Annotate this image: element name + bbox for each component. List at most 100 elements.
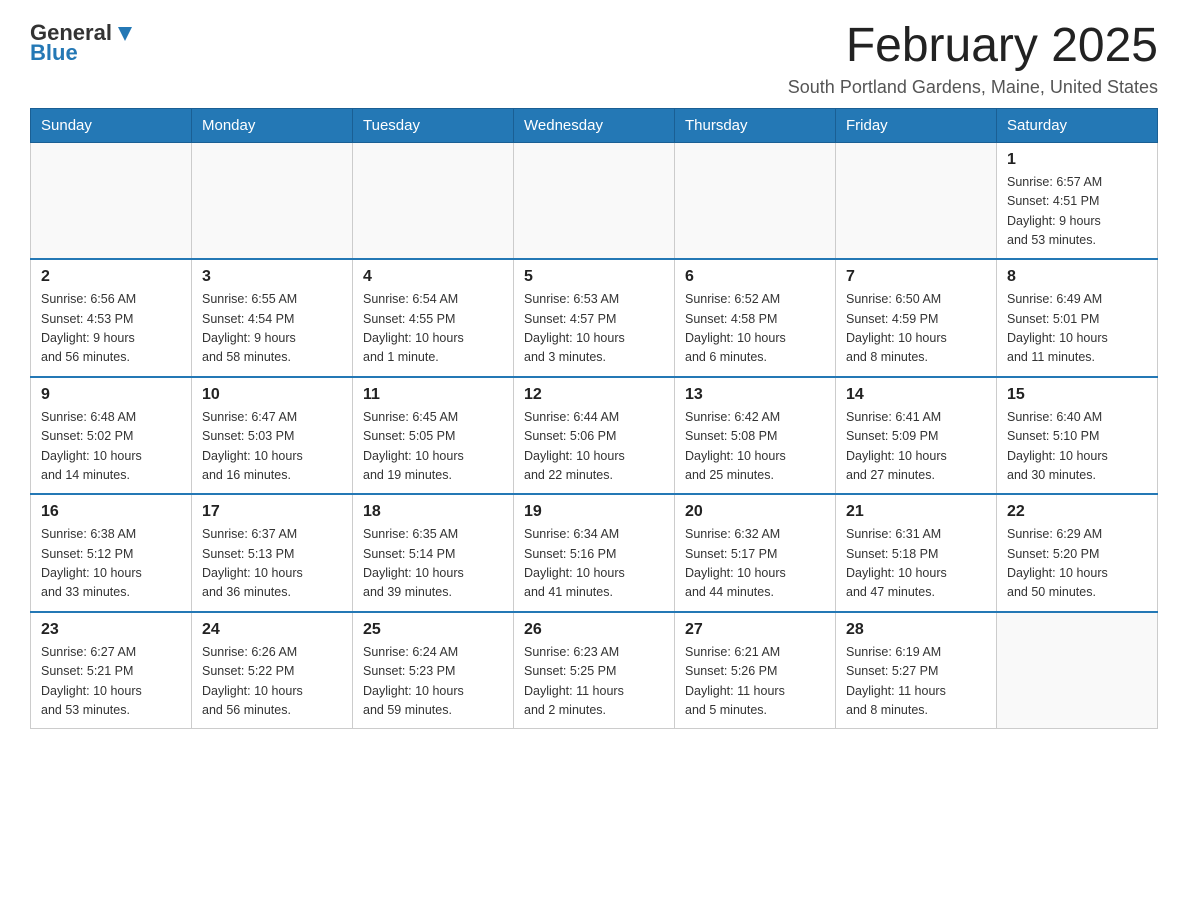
day-number: 21 — [846, 503, 986, 521]
calendar-header-thursday: Thursday — [675, 108, 836, 142]
day-number: 7 — [846, 268, 986, 286]
calendar-cell: 6Sunrise: 6:52 AM Sunset: 4:58 PM Daylig… — [675, 259, 836, 377]
day-info: Sunrise: 6:49 AM Sunset: 5:01 PM Dayligh… — [1007, 290, 1147, 368]
day-info: Sunrise: 6:32 AM Sunset: 5:17 PM Dayligh… — [685, 525, 825, 603]
calendar-cell: 20 Sunrise: 6:32 AM Sunset: 5:17 PM Dayli… — [675, 494, 836, 612]
day-info: Sunrise: 6:53 AM Sunset: 4:57 PM Dayligh… — [524, 290, 664, 368]
calendar-cell: 13 Sunrise: 6:42 AM Sunset: 5:08 PM Dayli… — [675, 377, 836, 495]
day-info: Sunrise: 6:44 AM Sunset: 5:06 PM Dayligh… — [524, 408, 664, 486]
day-number: 2 — [41, 268, 181, 286]
logo-triangle-icon — [114, 23, 136, 45]
calendar-cell — [675, 142, 836, 259]
page-header: General Blue February 2025 South Portlan… — [30, 20, 1158, 98]
calendar-cell: 5 Sunrise: 6:53 AM Sunset: 4:57 PM Daylig… — [514, 259, 675, 377]
title-section: February 2025 South Portland Gardens, Ma… — [788, 20, 1158, 98]
day-number: 1 — [1007, 151, 1147, 169]
day-number: 27 — [685, 621, 825, 639]
calendar-week-row: 9 Sunrise: 6:48 AM Sunset: 5:02 PM Daylig… — [31, 377, 1158, 495]
calendar-table: SundayMondayTuesdayWednesdayThursdayFrid… — [30, 108, 1158, 730]
day-info: Sunrise: 6:52 AM Sunset: 4:58 PM Dayligh… — [685, 290, 825, 368]
calendar-cell: 3 Sunrise: 6:55 AM Sunset: 4:54 PM Daylig… — [192, 259, 353, 377]
day-number: 3 — [202, 268, 342, 286]
calendar-cell: 23 Sunrise: 6:27 AM Sunset: 5:21 PM Dayli… — [31, 612, 192, 729]
day-number: 15 — [1007, 386, 1147, 404]
calendar-cell: 10 Sunrise: 6:47 AM Sunset: 5:03 PM Dayli… — [192, 377, 353, 495]
day-info: Sunrise: 6:56 AM Sunset: 4:53 PM Dayligh… — [41, 290, 181, 368]
calendar-cell: 17Sunrise: 6:37 AM Sunset: 5:13 PM Dayli… — [192, 494, 353, 612]
calendar-cell — [836, 142, 997, 259]
day-info: Sunrise: 6:27 AM Sunset: 5:21 PM Dayligh… — [41, 643, 181, 721]
day-info: Sunrise: 6:57 AM Sunset: 4:51 PM Dayligh… — [1007, 173, 1147, 251]
day-info: Sunrise: 6:38 AM Sunset: 5:12 PM Dayligh… — [41, 525, 181, 603]
calendar-cell: 1 Sunrise: 6:57 AM Sunset: 4:51 PM Daylig… — [997, 142, 1158, 259]
calendar-cell: 22Sunrise: 6:29 AM Sunset: 5:20 PM Dayli… — [997, 494, 1158, 612]
calendar-cell: 26 Sunrise: 6:23 AM Sunset: 5:25 PM Dayli… — [514, 612, 675, 729]
calendar-cell: 2 Sunrise: 6:56 AM Sunset: 4:53 PM Daylig… — [31, 259, 192, 377]
day-info: Sunrise: 6:48 AM Sunset: 5:02 PM Dayligh… — [41, 408, 181, 486]
calendar-week-row: 16 Sunrise: 6:38 AM Sunset: 5:12 PM Dayli… — [31, 494, 1158, 612]
calendar-cell: 25 Sunrise: 6:24 AM Sunset: 5:23 PM Dayli… — [353, 612, 514, 729]
day-info: Sunrise: 6:23 AM Sunset: 5:25 PM Dayligh… — [524, 643, 664, 721]
calendar-cell: 19Sunrise: 6:34 AM Sunset: 5:16 PM Dayli… — [514, 494, 675, 612]
calendar-cell: 27 Sunrise: 6:21 AM Sunset: 5:26 PM Dayli… — [675, 612, 836, 729]
day-number: 16 — [41, 503, 181, 521]
calendar-header-tuesday: Tuesday — [353, 108, 514, 142]
calendar-cell: 28Sunrise: 6:19 AM Sunset: 5:27 PM Dayli… — [836, 612, 997, 729]
day-number: 25 — [363, 621, 503, 639]
day-number: 14 — [846, 386, 986, 404]
calendar-header-wednesday: Wednesday — [514, 108, 675, 142]
day-number: 26 — [524, 621, 664, 639]
day-info: Sunrise: 6:47 AM Sunset: 5:03 PM Dayligh… — [202, 408, 342, 486]
day-info: Sunrise: 6:54 AM Sunset: 4:55 PM Dayligh… — [363, 290, 503, 368]
calendar-cell: 12 Sunrise: 6:44 AM Sunset: 5:06 PM Dayli… — [514, 377, 675, 495]
day-number: 22 — [1007, 503, 1147, 521]
day-number: 20 — [685, 503, 825, 521]
calendar-header-sunday: Sunday — [31, 108, 192, 142]
day-info: Sunrise: 6:55 AM Sunset: 4:54 PM Dayligh… — [202, 290, 342, 368]
day-number: 5 — [524, 268, 664, 286]
day-number: 8 — [1007, 268, 1147, 286]
calendar-week-row: 23 Sunrise: 6:27 AM Sunset: 5:21 PM Dayli… — [31, 612, 1158, 729]
calendar-cell: 15 Sunrise: 6:40 AM Sunset: 5:10 PM Dayli… — [997, 377, 1158, 495]
day-info: Sunrise: 6:26 AM Sunset: 5:22 PM Dayligh… — [202, 643, 342, 721]
calendar-cell — [192, 142, 353, 259]
calendar-header-saturday: Saturday — [997, 108, 1158, 142]
location-subtitle: South Portland Gardens, Maine, United St… — [788, 77, 1158, 98]
calendar-cell: 24 Sunrise: 6:26 AM Sunset: 5:22 PM Dayli… — [192, 612, 353, 729]
calendar-cell: 7Sunrise: 6:50 AM Sunset: 4:59 PM Daylig… — [836, 259, 997, 377]
month-title: February 2025 — [788, 20, 1158, 73]
calendar-cell — [997, 612, 1158, 729]
calendar-cell — [514, 142, 675, 259]
day-info: Sunrise: 6:42 AM Sunset: 5:08 PM Dayligh… — [685, 408, 825, 486]
day-info: Sunrise: 6:21 AM Sunset: 5:26 PM Dayligh… — [685, 643, 825, 721]
calendar-cell: 8 Sunrise: 6:49 AM Sunset: 5:01 PM Daylig… — [997, 259, 1158, 377]
calendar-cell: 14 Sunrise: 6:41 AM Sunset: 5:09 PM Dayli… — [836, 377, 997, 495]
calendar-cell: 4 Sunrise: 6:54 AM Sunset: 4:55 PM Daylig… — [353, 259, 514, 377]
day-info: Sunrise: 6:31 AM Sunset: 5:18 PM Dayligh… — [846, 525, 986, 603]
day-number: 24 — [202, 621, 342, 639]
day-number: 11 — [363, 386, 503, 404]
calendar-cell: 21 Sunrise: 6:31 AM Sunset: 5:18 PM Dayli… — [836, 494, 997, 612]
day-info: Sunrise: 6:35 AM Sunset: 5:14 PM Dayligh… — [363, 525, 503, 603]
day-info: Sunrise: 6:41 AM Sunset: 5:09 PM Dayligh… — [846, 408, 986, 486]
calendar-cell: 11 Sunrise: 6:45 AM Sunset: 5:05 PM Dayli… — [353, 377, 514, 495]
day-number: 19 — [524, 503, 664, 521]
day-info: Sunrise: 6:45 AM Sunset: 5:05 PM Dayligh… — [363, 408, 503, 486]
calendar-cell: 9 Sunrise: 6:48 AM Sunset: 5:02 PM Daylig… — [31, 377, 192, 495]
day-number: 10 — [202, 386, 342, 404]
day-number: 12 — [524, 386, 664, 404]
day-info: Sunrise: 6:37 AM Sunset: 5:13 PM Dayligh… — [202, 525, 342, 603]
day-number: 4 — [363, 268, 503, 286]
logo: General Blue — [30, 20, 136, 66]
day-number: 9 — [41, 386, 181, 404]
calendar-week-row: 1 Sunrise: 6:57 AM Sunset: 4:51 PM Daylig… — [31, 142, 1158, 259]
day-number: 13 — [685, 386, 825, 404]
calendar-header-monday: Monday — [192, 108, 353, 142]
logo-blue-text: Blue — [30, 40, 78, 66]
day-info: Sunrise: 6:19 AM Sunset: 5:27 PM Dayligh… — [846, 643, 986, 721]
day-info: Sunrise: 6:24 AM Sunset: 5:23 PM Dayligh… — [363, 643, 503, 721]
calendar-cell — [31, 142, 192, 259]
day-number: 18 — [363, 503, 503, 521]
day-info: Sunrise: 6:40 AM Sunset: 5:10 PM Dayligh… — [1007, 408, 1147, 486]
day-number: 23 — [41, 621, 181, 639]
